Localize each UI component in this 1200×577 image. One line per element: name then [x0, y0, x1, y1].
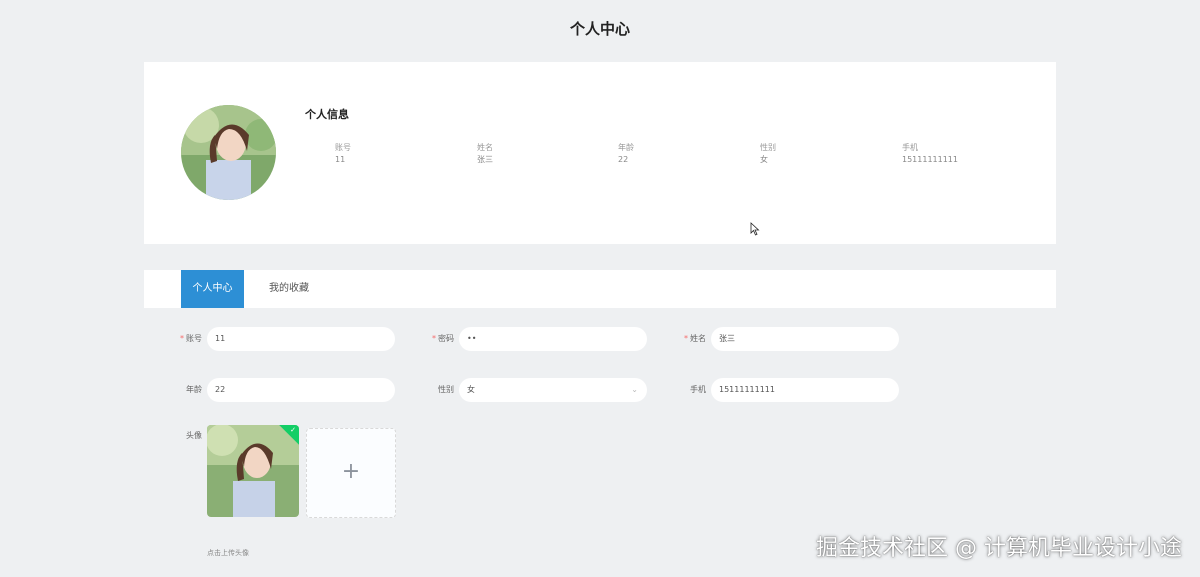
watermark: 掘金技术社区 @ 计算机毕业设计小途 [816, 536, 1182, 561]
age-label: 年龄 [186, 385, 202, 394]
check-icon: ✓ [290, 426, 296, 434]
gender-select-value: 女 [467, 385, 475, 394]
required-asterisk: * [180, 334, 184, 343]
chevron-down-icon: ⌄ [631, 385, 638, 394]
info-label: 账号 [335, 143, 351, 152]
uploaded-avatar-thumbnail[interactable]: ✓ [207, 425, 299, 517]
info-item-phone: 手机 15111111111 [902, 142, 1032, 166]
name-input[interactable]: 张三 [711, 327, 899, 351]
info-value: 11 [335, 155, 346, 164]
info-item-age: 年龄 22 [618, 142, 748, 166]
required-asterisk: * [684, 334, 688, 343]
info-value: 15111111111 [902, 155, 958, 164]
info-label: 手机 [902, 143, 918, 152]
name-label: * 姓名 [684, 334, 706, 343]
info-value: 张三 [477, 155, 493, 164]
info-label: 年龄 [618, 143, 634, 152]
avatar-photo [181, 105, 276, 200]
info-label: 姓名 [477, 143, 493, 152]
profile-card: 个人信息 账号 11 姓名 张三 年龄 22 性别 女 手机 151111111… [144, 62, 1056, 244]
phone-label: 手机 [690, 385, 706, 394]
tab-personal-center[interactable]: 个人中心 [181, 270, 244, 308]
info-value: 女 [760, 155, 768, 164]
gender-select[interactable]: 女 ⌄ [459, 378, 647, 402]
personal-info-title: 个人信息 [305, 108, 349, 121]
personal-info-grid: 账号 11 姓名 张三 年龄 22 性别 女 手机 15111111111 [335, 142, 1055, 172]
info-item-gender: 性别 女 [760, 142, 890, 166]
account-label: * 账号 [180, 334, 202, 343]
gender-label: 性别 [438, 385, 454, 394]
page-title: 个人中心 [569, 20, 630, 38]
upload-hint: 点击上传头像 [207, 549, 249, 557]
info-item-account: 账号 11 [335, 142, 465, 166]
tab-my-favorites[interactable]: 我的收藏 [256, 270, 322, 308]
phone-input[interactable]: 15111111111 [711, 378, 899, 402]
avatar [181, 105, 276, 200]
tabs-bar: 个人中心 我的收藏 [144, 270, 1056, 308]
avatar-label: 头像 [186, 431, 202, 440]
mouse-cursor-icon [750, 222, 760, 236]
info-value: 22 [618, 155, 629, 164]
uploaded-avatar-photo [207, 425, 299, 517]
info-label: 性别 [760, 143, 776, 152]
age-input[interactable]: 22 [207, 378, 395, 402]
upload-avatar-button[interactable]: + [306, 428, 396, 518]
password-label: * 密码 [432, 334, 454, 343]
required-asterisk: * [432, 334, 436, 343]
account-input[interactable]: 11 [207, 327, 395, 351]
password-input[interactable]: •• [459, 327, 647, 351]
info-item-name: 姓名 张三 [477, 142, 607, 166]
